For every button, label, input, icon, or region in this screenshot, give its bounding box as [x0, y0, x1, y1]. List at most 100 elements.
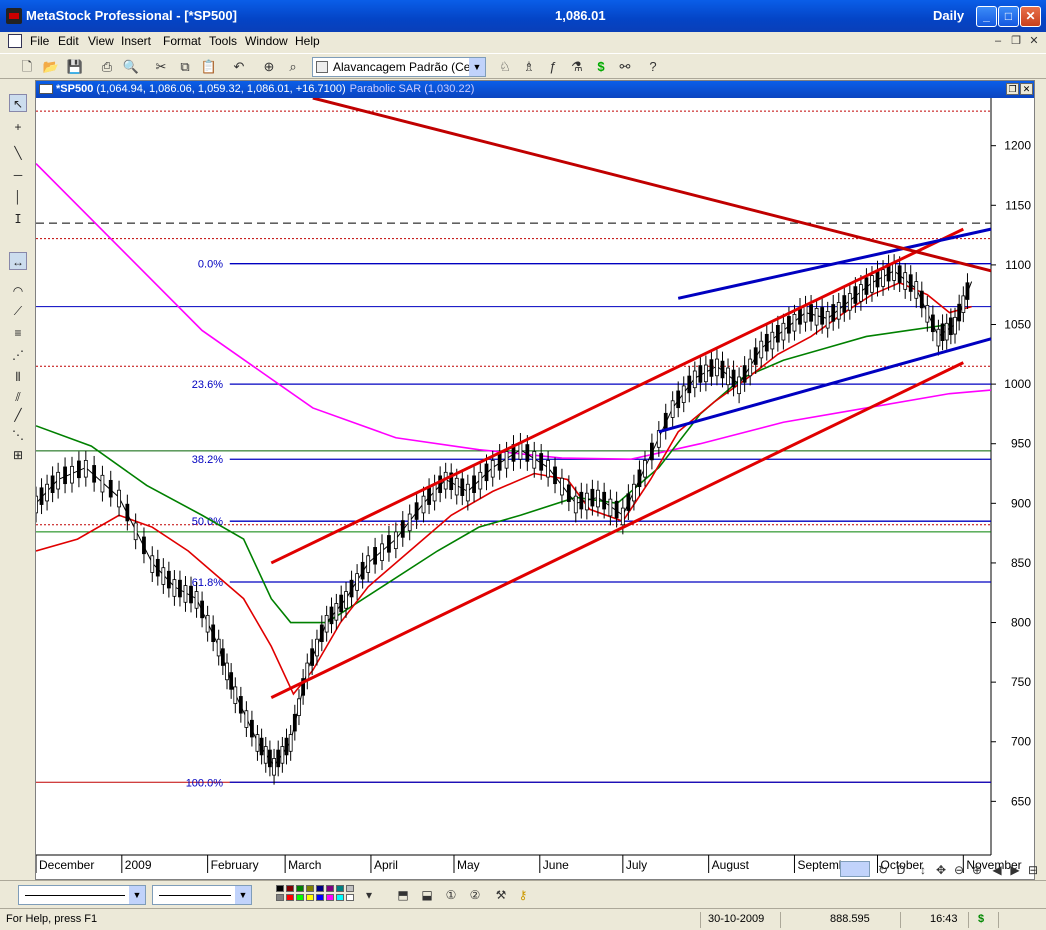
- color-swatch[interactable]: [336, 885, 344, 892]
- crosshair-icon[interactable]: ⊕: [260, 58, 278, 76]
- fibonacci-arcs-icon[interactable]: ◠: [9, 282, 27, 300]
- calendar-2-icon[interactable]: ②: [466, 886, 484, 904]
- candle-body: [759, 340, 764, 359]
- line-weight-combo[interactable]: ▼: [152, 885, 252, 905]
- mdi-close-button[interactable]: ✕: [1026, 34, 1042, 48]
- price-chart[interactable]: 0.0%23.6%38.2%50.0%61.8%100.0%6507007508…: [36, 98, 1034, 878]
- zoom-in-icon[interactable]: ⊕: [968, 861, 986, 879]
- binoculars-icon[interactable]: ⚯: [616, 58, 634, 76]
- candle-body: [334, 603, 339, 621]
- menu-insert[interactable]: Insert: [121, 34, 151, 48]
- menu-bar: File Edit View Insert Format Tools Windo…: [0, 32, 1046, 52]
- menu-tools[interactable]: Tools: [209, 34, 237, 48]
- scroll-right-icon[interactable]: ▶: [1006, 861, 1024, 879]
- explorer-icon[interactable]: ♗: [520, 58, 538, 76]
- undo-icon[interactable]: ↶: [230, 58, 248, 76]
- color-swatch[interactable]: [316, 885, 324, 892]
- speed-lines-icon[interactable]: ⋰: [9, 346, 27, 364]
- print-preview-icon[interactable]: 🔍: [122, 58, 140, 76]
- calendar-1-icon[interactable]: ①: [442, 886, 460, 904]
- palette-dropdown-icon[interactable]: ▾: [360, 886, 378, 904]
- tools-icon[interactable]: ⚒: [492, 886, 510, 904]
- chart-restore-button[interactable]: ❐: [1006, 83, 1019, 95]
- text-tool-icon[interactable]: ⵊ: [9, 210, 27, 228]
- object-properties-2-icon[interactable]: ⬓: [418, 886, 436, 904]
- zoom-out-icon[interactable]: ⊖: [950, 861, 968, 879]
- color-swatch[interactable]: [336, 894, 344, 901]
- mdi-minimize-button[interactable]: –: [990, 34, 1006, 48]
- candle-body: [133, 522, 138, 541]
- dollar-icon[interactable]: $: [592, 58, 610, 76]
- vertical-line-icon[interactable]: │: [9, 188, 27, 206]
- chevron-down-icon[interactable]: ▼: [469, 58, 485, 76]
- color-swatch[interactable]: [286, 885, 294, 892]
- maximize-button[interactable]: □: [998, 6, 1019, 27]
- channel-icon[interactable]: ⫽: [9, 388, 27, 406]
- menu-edit[interactable]: Edit: [58, 34, 79, 48]
- color-swatch[interactable]: [276, 885, 284, 892]
- object-properties-icon[interactable]: ⬒: [394, 886, 412, 904]
- system-tester-icon[interactable]: ⚗: [568, 58, 586, 76]
- gann-grid-icon[interactable]: ⊞: [9, 446, 27, 464]
- color-swatch[interactable]: [276, 894, 284, 901]
- horizontal-line-icon[interactable]: ─: [9, 166, 27, 184]
- key-icon[interactable]: ⚷: [514, 886, 532, 904]
- color-swatch[interactable]: [296, 894, 304, 901]
- new-icon[interactable]: 🗋: [18, 58, 36, 76]
- mdi-restore-button[interactable]: ❐: [1008, 34, 1024, 48]
- scroll-end-icon[interactable]: ⊟: [1024, 861, 1042, 879]
- open-icon[interactable]: 📂: [42, 58, 60, 76]
- color-palette[interactable]: [276, 885, 362, 905]
- expert-advisor-icon[interactable]: ♘: [496, 58, 514, 76]
- zoom-horizontal-icon[interactable]: ↔: [9, 252, 27, 270]
- menu-view[interactable]: View: [88, 34, 114, 48]
- color-swatch[interactable]: [286, 894, 294, 901]
- document-icon[interactable]: [8, 34, 22, 48]
- paste-icon[interactable]: 📋: [200, 58, 218, 76]
- color-swatch[interactable]: [306, 885, 314, 892]
- fan-lines-icon[interactable]: ⟋: [9, 302, 27, 320]
- indicator-builder-icon[interactable]: ƒ: [544, 58, 562, 76]
- chart-window-icon[interactable]: [39, 84, 53, 94]
- menu-window[interactable]: Window: [245, 34, 288, 48]
- color-swatch[interactable]: [306, 894, 314, 901]
- raff-regression-icon[interactable]: ╱: [9, 406, 27, 424]
- menu-help[interactable]: Help: [295, 34, 320, 48]
- zoom-icon[interactable]: ⌕: [284, 58, 302, 76]
- chart-close-button[interactable]: ✕: [1020, 83, 1033, 95]
- copy-icon[interactable]: ⧉: [176, 58, 194, 76]
- zoom-vertical-icon[interactable]: ↕: [914, 861, 932, 879]
- fibonacci-retracement-icon[interactable]: ≡: [9, 324, 27, 342]
- chevron-down-icon[interactable]: ▼: [129, 886, 145, 904]
- context-help-icon[interactable]: ?: [644, 58, 662, 76]
- menu-format[interactable]: Format: [163, 34, 201, 48]
- crosshair-tool-icon[interactable]: +: [9, 118, 27, 136]
- menu-file[interactable]: File: [30, 34, 49, 48]
- y-tick-label: 700: [1011, 735, 1031, 749]
- line-style-combo[interactable]: ▼: [18, 885, 146, 905]
- close-button[interactable]: ✕: [1020, 6, 1041, 27]
- template-combo[interactable]: Alavancagem Padrão (Cem) ▼: [312, 57, 486, 77]
- horizontal-scrollbar[interactable]: [840, 861, 870, 877]
- color-swatch[interactable]: [296, 885, 304, 892]
- color-swatch[interactable]: [326, 894, 334, 901]
- refresh-icon[interactable]: ↻: [874, 861, 892, 879]
- pan-icon[interactable]: ✥: [932, 861, 950, 879]
- color-swatch[interactable]: [346, 894, 354, 901]
- scroll-left-icon[interactable]: ◀: [988, 861, 1006, 879]
- metastock-app-icon[interactable]: [6, 8, 22, 24]
- color-swatch[interactable]: [346, 885, 354, 892]
- save-icon[interactable]: 💾: [66, 58, 84, 76]
- cycle-lines-icon[interactable]: ⦀: [9, 368, 27, 386]
- color-swatch[interactable]: [326, 885, 334, 892]
- candle-body: [775, 324, 780, 343]
- pointer-icon[interactable]: ↖: [9, 94, 27, 112]
- trendline-icon[interactable]: ╲: [9, 144, 27, 162]
- minimize-button[interactable]: _: [976, 6, 997, 27]
- chevron-down-icon[interactable]: ▼: [235, 886, 251, 904]
- gann-fan-icon[interactable]: ⋱: [9, 426, 27, 444]
- color-swatch[interactable]: [316, 894, 324, 901]
- print-icon[interactable]: ⎙: [98, 58, 116, 76]
- periodicity-d-icon[interactable]: D: [892, 861, 910, 879]
- cut-icon[interactable]: ✂: [152, 58, 170, 76]
